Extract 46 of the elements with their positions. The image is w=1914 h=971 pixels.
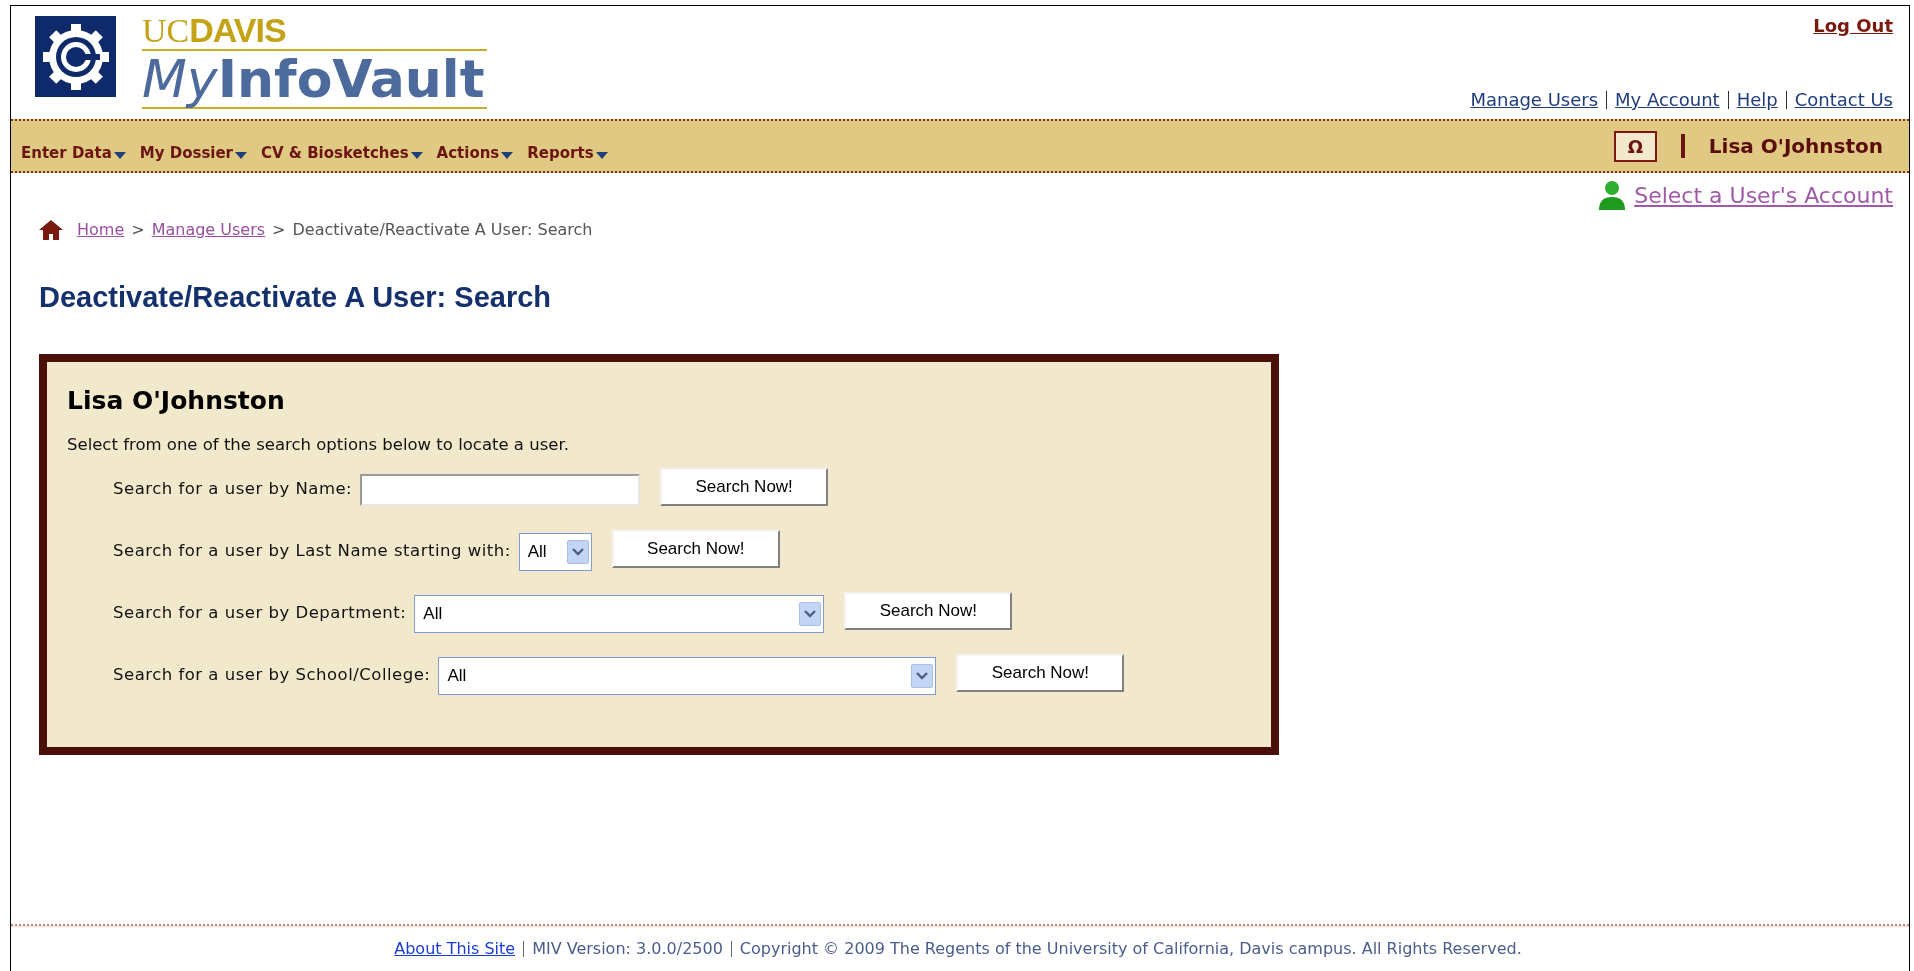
user-name: Lisa O'Johnston [1708,133,1883,160]
footer-text: MIV Version: 3.0.0/2500 [532,938,723,960]
search-now-button[interactable]: Search Now! [844,591,1013,630]
breadcrumb-link[interactable]: Home [77,218,125,242]
special-characters-button[interactable]: Ω [1613,130,1657,162]
caret-icon [410,151,423,159]
breadcrumb-separator: > [131,219,145,241]
user-icon [1598,179,1627,212]
header-link[interactable]: Help [1736,86,1778,113]
dropdown-select[interactable]: All [414,594,825,633]
myinfovault-wordmark: MyInfoVault [142,49,487,109]
name-input-field[interactable] [360,473,641,506]
search-label: Search for a user by Last Name starting with: [113,540,511,563]
nav-menu[interactable]: Reports [527,141,608,165]
nav-menu[interactable]: Actions [436,141,514,165]
uc-davis-wordmark: UCDAVIS [142,12,287,49]
panel-heading: Lisa O'Johnston [67,384,286,417]
log-out-link[interactable]: Log Out [1813,12,1893,39]
breadcrumb-link[interactable]: Manage Users [151,218,266,242]
page-title: Deactivate/Reactivate A User: Search [38,280,553,315]
panel-description: Select from one of the search options below to locate a user. [67,434,570,456]
header-link[interactable]: Manage Users [1470,86,1599,113]
caret-icon [235,151,248,159]
header-link[interactable]: Contact Us [1794,86,1893,113]
search-label: Search for a user by School/College: [113,664,431,687]
breadcrumb-separator: > [272,219,286,241]
caret-icon [501,151,514,159]
breadcrumb-current: Deactivate/Reactivate A User: Search [292,219,593,241]
search-now-button[interactable]: Search Now! [956,653,1125,692]
search-label: Search for a user by Name: [113,478,353,501]
caret-icon [113,151,126,159]
search-now-button[interactable]: Search Now! [660,467,829,506]
caret-icon [595,151,608,159]
nav-menu[interactable]: CV & Biosketches [261,141,423,165]
gear-logo-icon [35,16,116,97]
search-now-button[interactable]: Search Now! [611,529,780,568]
footer-text: Copyright © 2009 The Regents of the University of California, Davis campus. All Rights Reserved. [739,938,1522,960]
header-link[interactable]: My Account [1615,86,1720,113]
dropdown-select[interactable]: All [518,532,592,571]
home-icon [39,220,63,240]
search-label: Search for a user by Department: [113,602,407,625]
dropdown-select[interactable]: All [438,656,937,695]
nav-menu[interactable]: Enter Data [21,141,126,165]
about-site-link[interactable]: About This Site [394,937,516,961]
select-account-link[interactable]: Select a User's Account [1634,179,1893,212]
nav-menu[interactable]: My Dossier [139,141,248,165]
